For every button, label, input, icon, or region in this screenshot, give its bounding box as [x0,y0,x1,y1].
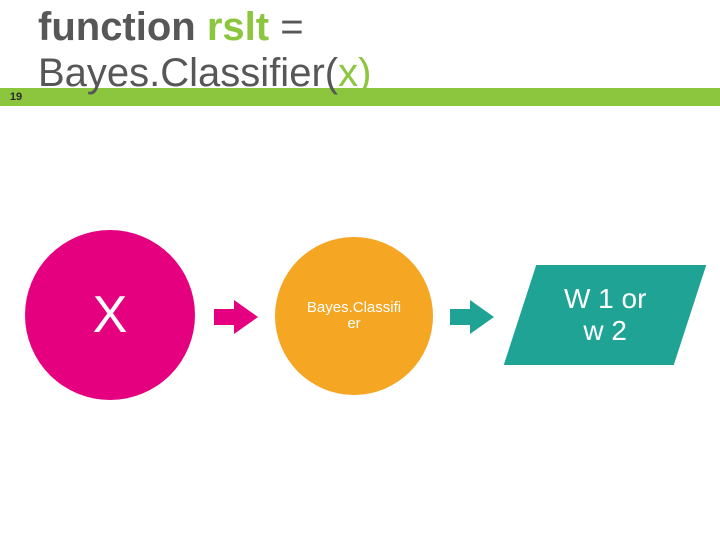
arrow-2 [450,300,496,334]
input-label: X [93,285,128,345]
arrow-stem [214,309,236,325]
arrow-head-icon [234,300,258,334]
diagram: X Bayes.Classifi er W 1 or w 2 [0,230,720,430]
title-arg: x [338,51,358,95]
output-parallelogram: W 1 or w 2 [504,265,706,365]
title-paren-open: ( [325,51,338,95]
classifier-label-line1: Bayes.Classifi [307,299,401,316]
slide-number: 19 [0,88,32,106]
output-label-line2: w 2 [583,315,627,346]
arrow-1 [214,300,260,334]
title-result-name: rslt [207,5,269,49]
slide-title: function rslt = Bayes.Classifier(x) [38,4,371,96]
output-label-line1: W 1 or [564,283,646,314]
title-keyword: function [38,5,196,49]
classifier-circle: Bayes.Classifi er [275,237,433,395]
arrow-head-icon [470,300,494,334]
arrow-stem [450,309,472,325]
title-equals: = [280,5,303,49]
title-paren-close: ) [358,51,371,95]
title-classname: Bayes.Classifier [38,51,325,95]
classifier-label-line2: er [347,315,360,332]
input-circle: X [25,230,195,400]
